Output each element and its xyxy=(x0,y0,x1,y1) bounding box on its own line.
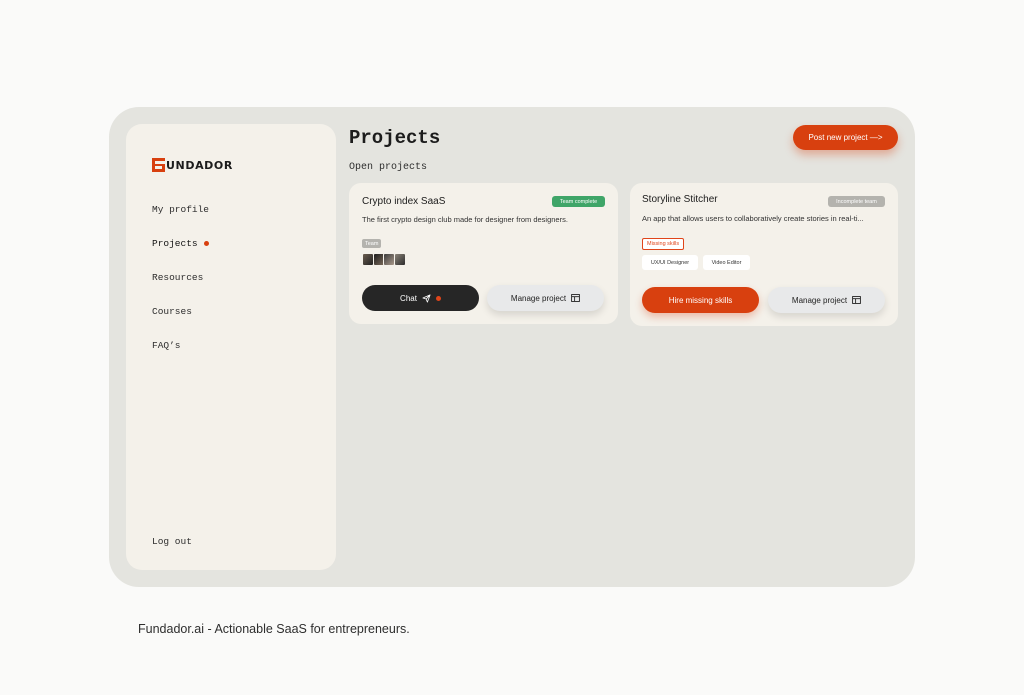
logo-text: UNDADOR xyxy=(166,158,233,172)
hire-missing-skills-button[interactable]: Hire missing skills xyxy=(642,287,759,313)
status-badge: Incomplete team xyxy=(828,196,885,207)
sidebar-item-resources[interactable]: Resources xyxy=(152,272,203,283)
manage-label: Manage project xyxy=(791,295,848,305)
sidebar-item-faqs[interactable]: FAQ’s xyxy=(152,340,181,351)
sidebar-item-projects[interactable]: Projects xyxy=(152,238,209,249)
notification-dot-icon xyxy=(435,295,441,301)
team-tag: Team xyxy=(362,239,382,248)
avatar[interactable] xyxy=(393,253,406,266)
team-avatars xyxy=(362,253,406,266)
project-title: Crypto index SaaS xyxy=(362,196,446,207)
fundador-logo[interactable]: UNDADOR xyxy=(152,158,233,172)
chat-button[interactable]: Chat xyxy=(362,285,479,311)
project-description: An app that allows users to collaborativ… xyxy=(642,214,864,223)
open-projects-heading: Open projects xyxy=(349,162,428,173)
manage-project-button[interactable]: Manage project xyxy=(487,285,604,311)
skill-chip: UX/UI Designer xyxy=(642,255,698,270)
logout-link[interactable]: Log out xyxy=(152,536,192,547)
send-icon xyxy=(422,293,431,303)
project-card-storyline-stitcher: Storyline Stitcher Incomplete team An ap… xyxy=(630,183,898,326)
sidebar-item-label: Courses xyxy=(152,306,192,317)
sidebar-item-label: My profile xyxy=(152,204,210,215)
post-new-project-button[interactable]: Post new project —> xyxy=(793,125,898,150)
layout-icon xyxy=(571,294,580,302)
manage-label: Manage project xyxy=(510,293,567,303)
project-description: The first crypto design club made for de… xyxy=(362,215,568,224)
manage-project-button[interactable]: Manage project xyxy=(768,287,885,313)
page-title: Projects xyxy=(349,127,441,149)
project-title: Storyline Stitcher xyxy=(642,194,718,205)
missing-skills-tag: Missing skills xyxy=(642,238,685,250)
skill-chip: Video Editor xyxy=(703,255,750,270)
sidebar-item-label: Resources xyxy=(152,272,204,283)
sidebar-item-label: FAQ’s xyxy=(152,340,181,351)
project-card-crypto-index: Crypto index SaaS Team complete The firs… xyxy=(349,183,618,324)
status-badge: Team complete xyxy=(552,196,605,207)
footer-caption: Fundador.ai - Actionable SaaS for entrep… xyxy=(138,622,410,636)
sidebar-item-courses[interactable]: Courses xyxy=(152,306,192,317)
layout-icon xyxy=(852,296,861,304)
logo-mark-icon xyxy=(152,158,165,172)
logout-label: Log out xyxy=(152,536,192,547)
sidebar-item-label: Projects xyxy=(152,238,198,249)
sidebar-item-my-profile[interactable]: My profile xyxy=(152,204,209,215)
chat-label: Chat xyxy=(400,293,417,303)
active-indicator-dot-icon xyxy=(203,241,209,246)
